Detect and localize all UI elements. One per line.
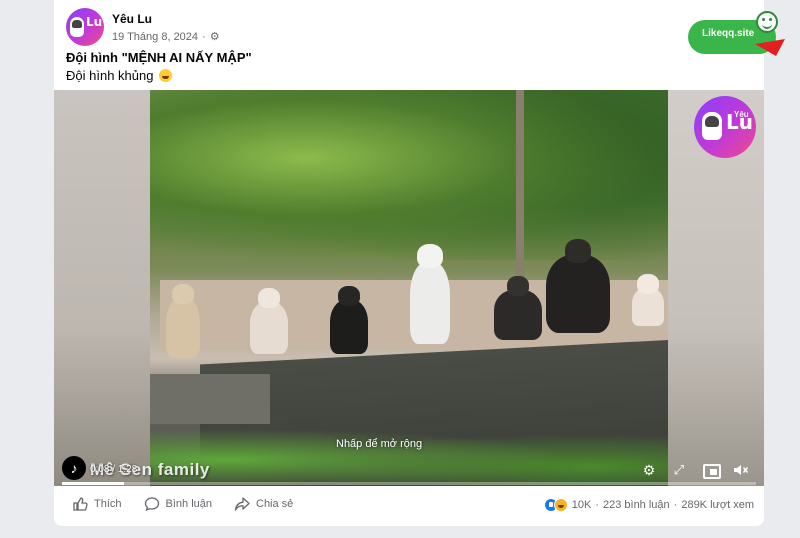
view-count: 289K lượt xem (681, 499, 754, 511)
dog-figure (632, 274, 664, 326)
dog-figure (410, 244, 450, 344)
picture-in-picture-icon[interactable] (702, 462, 721, 479)
dog-figure (330, 286, 368, 354)
post-date[interactable]: 19 Tháng 8, 2024 (112, 31, 198, 43)
volume-mute-icon[interactable] (732, 462, 750, 478)
tree-trunk (516, 90, 524, 290)
video-logo-text: Lu (726, 110, 753, 134)
video-progress-bar[interactable] (62, 482, 756, 485)
like-button[interactable]: Thích (72, 496, 122, 512)
post-caption-line: Đội hình khủng (66, 68, 154, 83)
comment-label: Bình luận (165, 498, 212, 510)
dog-logo-icon (702, 112, 722, 140)
stats-separator: · (595, 499, 599, 511)
post-actions: Thích Bình luận Chia sẻ (72, 496, 293, 512)
stats-separator: · (673, 499, 678, 511)
comment-button[interactable]: Bình luận (144, 496, 212, 512)
concrete-ledge (150, 374, 270, 424)
avatar-brand-text: Lu (86, 15, 103, 29)
comment-bubble-icon (144, 497, 159, 512)
dot-separator: · (202, 30, 206, 43)
thumbs-up-icon (73, 497, 88, 511)
haha-reaction-icon (553, 498, 568, 512)
settings-gear-icon[interactable]: ⚙ (640, 462, 658, 478)
share-button[interactable]: Chia sẻ (234, 496, 293, 512)
dog-figure (250, 288, 288, 354)
gear-icon: ⚙ (209, 31, 220, 43)
video-blur-left (54, 90, 150, 486)
comment-count[interactable]: 223 bình luận (603, 499, 670, 511)
dog-figure (494, 276, 542, 340)
post-caption-title: Đội hình "MỆNH AI NẤY MẬP" (66, 50, 252, 65)
tiktok-icon: ♪ (62, 456, 86, 480)
author-avatar[interactable]: Lu (66, 8, 104, 46)
post-meta: 19 Tháng 8, 2024 · ⚙ (112, 30, 220, 44)
fullscreen-icon[interactable]: ⤢ (670, 462, 688, 478)
likeqq-label: Likeqq.site (702, 28, 755, 39)
smiley-icon (756, 11, 778, 33)
video-player[interactable]: Yêu Lu Nhấp để mở rộng ♪ Mê Sen family 0… (54, 90, 764, 486)
dog-logo-icon (70, 17, 84, 37)
post-stats: 10K · 223 bình luận · 289K lượt xem (543, 498, 754, 512)
video-frame (150, 90, 668, 486)
like-label: Thích (94, 498, 122, 510)
expand-hint[interactable]: Nhấp để mở rộng (336, 438, 422, 450)
post-caption-text: Đội hình khủng (66, 68, 173, 83)
foreground-plants (150, 420, 668, 486)
author-name[interactable]: Yêu Lu (112, 12, 152, 26)
dog-figure (166, 284, 200, 358)
tree-foliage (150, 90, 668, 260)
reaction-icons[interactable] (543, 498, 568, 512)
dog-figure (546, 239, 610, 333)
video-progress-fill (62, 482, 125, 485)
laughing-emoji-icon (159, 69, 173, 82)
share-label: Chia sẻ (256, 498, 294, 510)
share-arrow-icon (234, 497, 250, 511)
video-brand-logo: Yêu Lu (694, 96, 756, 158)
reaction-count[interactable]: 10K (572, 499, 592, 511)
video-time: 0:08 / 1:28 (90, 464, 138, 475)
